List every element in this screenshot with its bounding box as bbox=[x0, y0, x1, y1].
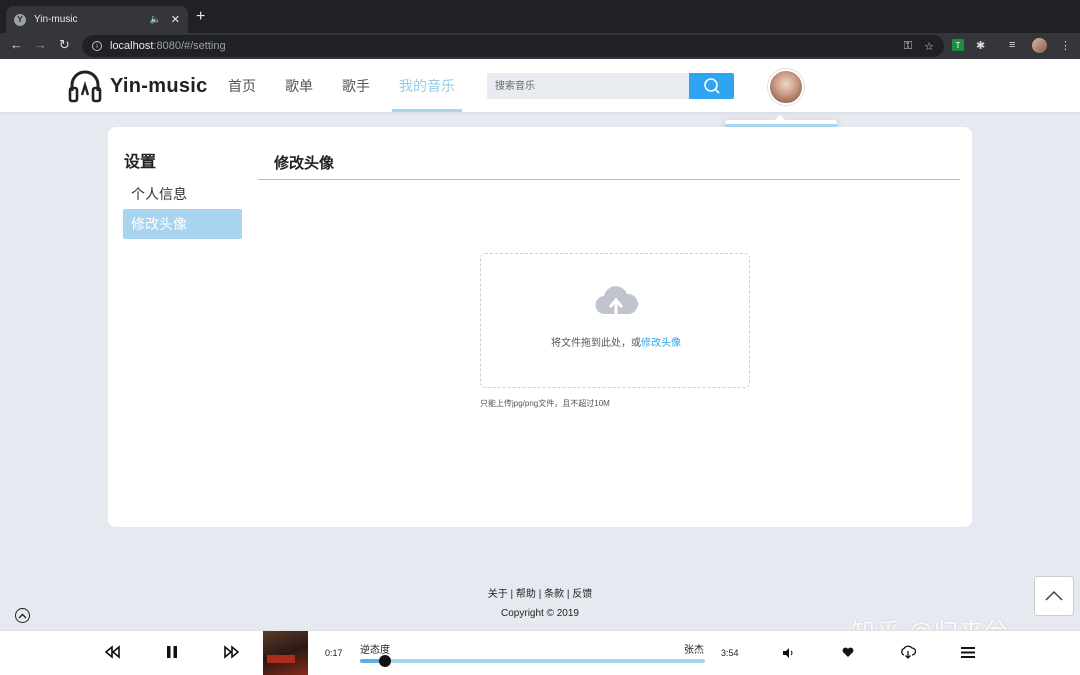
url-input[interactable]: i localhost:8080/#/setting ⚿ ☆ bbox=[82, 35, 944, 57]
user-avatar[interactable] bbox=[768, 69, 804, 105]
info-icon[interactable]: i bbox=[92, 41, 102, 51]
settings-card: 设置 个人信息 修改头像 修改头像 将文件拖到此处，或修改头像 只能上传jpg/… bbox=[108, 127, 972, 527]
extension-puzzle-icon[interactable]: ✱ bbox=[976, 39, 985, 52]
search-input[interactable] bbox=[487, 73, 689, 99]
main-nav: 首页 歌单 歌手 我的音乐 bbox=[228, 76, 456, 96]
logo-text: Yin-music bbox=[110, 74, 208, 97]
chevron-up-icon bbox=[1045, 590, 1063, 601]
heart-icon[interactable] bbox=[842, 647, 854, 658]
upload-cloud-icon bbox=[595, 286, 639, 315]
back-icon[interactable]: ← bbox=[10, 37, 23, 52]
nav-my-music[interactable]: 我的音乐 bbox=[399, 76, 456, 96]
tab-title: Yin-music bbox=[34, 14, 78, 25]
nav-playlists[interactable]: 歌单 bbox=[285, 76, 342, 96]
profile-avatar[interactable] bbox=[1032, 38, 1047, 53]
sidebar-item-profile[interactable]: 个人信息 bbox=[123, 179, 242, 209]
nav-home[interactable]: 首页 bbox=[228, 76, 285, 96]
song-name: 逆态度 bbox=[360, 645, 390, 656]
singer-name: 张杰 bbox=[684, 645, 704, 656]
forward-icon[interactable]: → bbox=[34, 37, 47, 52]
divider bbox=[258, 179, 960, 180]
search-box bbox=[487, 73, 734, 99]
sidebar-title: 设置 bbox=[124, 154, 157, 171]
app-header: Yin-music 首页 歌单 歌手 我的音乐 bbox=[0, 59, 1080, 112]
progress-knob[interactable] bbox=[379, 655, 392, 667]
playlist-icon[interactable] bbox=[961, 646, 975, 659]
media-queue-icon[interactable]: ≡ bbox=[1009, 39, 1015, 51]
new-tab-button[interactable]: + bbox=[196, 8, 205, 26]
next-icon[interactable] bbox=[224, 645, 240, 659]
chevron-up-icon[interactable] bbox=[15, 608, 30, 623]
nav-singers[interactable]: 歌手 bbox=[342, 76, 399, 96]
address-bar: ← → ↻ i localhost:8080/#/setting ⚿ ☆ T ✱… bbox=[0, 33, 1080, 59]
key-icon[interactable]: ⚿ bbox=[904, 40, 912, 53]
extension-shield-icon[interactable]: T bbox=[952, 39, 964, 51]
reload-icon[interactable]: ↻ bbox=[59, 37, 70, 53]
close-tab-icon[interactable]: ✕ bbox=[171, 13, 180, 26]
browser-tab-bar: Y Yin-music 🔈 ✕ + bbox=[0, 0, 1080, 33]
sidebar-item-avatar[interactable]: 修改头像 bbox=[123, 209, 242, 239]
star-icon[interactable]: ☆ bbox=[924, 40, 934, 53]
speaker-icon[interactable]: 🔈 bbox=[150, 14, 161, 25]
progress-bar[interactable] bbox=[360, 655, 705, 667]
url-path: :8080/#/setting bbox=[153, 40, 226, 52]
current-time: 0:17 bbox=[325, 648, 343, 658]
search-button[interactable] bbox=[689, 73, 734, 99]
nav-active-underline bbox=[392, 109, 462, 112]
page-title: 修改头像 bbox=[274, 155, 335, 172]
headphones-logo-icon bbox=[68, 70, 102, 103]
prev-icon[interactable] bbox=[104, 645, 120, 659]
favicon-icon: Y bbox=[14, 13, 26, 26]
url-host: localhost bbox=[110, 40, 154, 52]
upload-link[interactable]: 修改头像 bbox=[641, 338, 681, 349]
search-icon bbox=[703, 78, 720, 94]
duration: 3:54 bbox=[721, 648, 739, 658]
pause-icon[interactable] bbox=[166, 645, 178, 659]
upload-tip: 只能上传jpg/png文件，且不超过10M bbox=[480, 399, 610, 408]
browser-tab[interactable]: Y Yin-music 🔈 ✕ bbox=[6, 6, 188, 33]
back-to-top-button[interactable] bbox=[1034, 576, 1074, 616]
kebab-menu-icon[interactable]: ⋮ bbox=[1060, 39, 1071, 52]
music-player: 0:17 逆态度 张杰 3:54 bbox=[0, 630, 1080, 675]
album-cover[interactable] bbox=[263, 631, 308, 675]
download-icon[interactable] bbox=[900, 645, 916, 659]
upload-instructions: 将文件拖到此处，或修改头像 bbox=[481, 334, 751, 349]
upload-text: 将文件拖到此处，或 bbox=[551, 338, 641, 349]
footer-links[interactable]: 关于 | 帮助 | 条款 | 反馈 bbox=[0, 585, 1080, 600]
volume-icon[interactable] bbox=[782, 647, 794, 659]
logo[interactable]: Yin-music bbox=[68, 69, 208, 103]
upload-dropzone[interactable]: 将文件拖到此处，或修改头像 bbox=[480, 253, 750, 388]
